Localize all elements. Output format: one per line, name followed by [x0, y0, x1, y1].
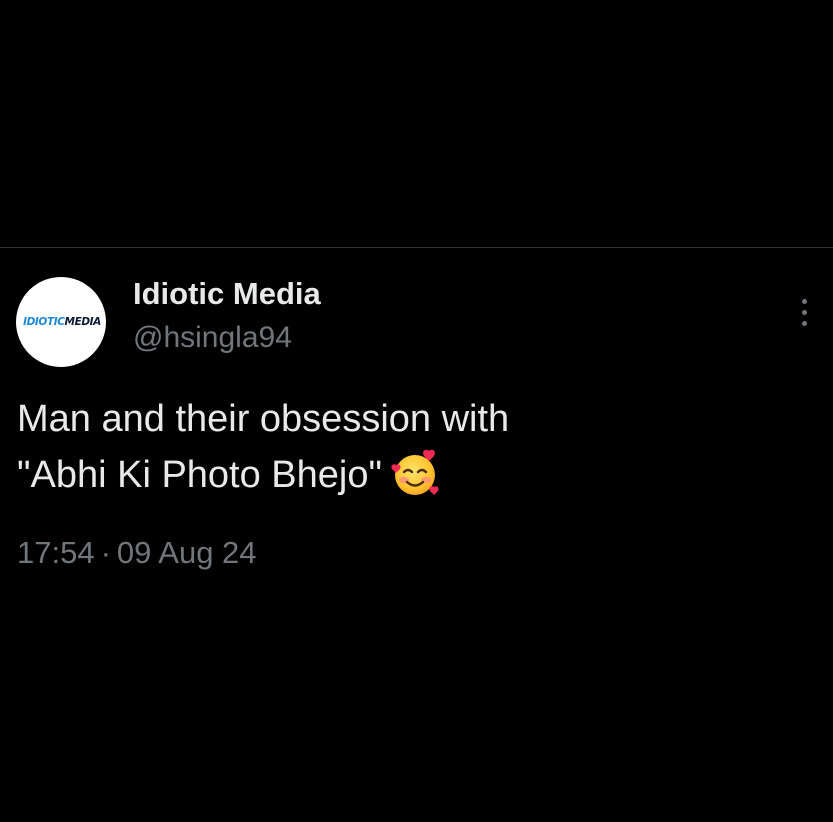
tweet-text-line-1: Man and their obsession with	[17, 398, 510, 440]
more-vertical-icon	[801, 298, 807, 304]
tweet-page: IDIOTICMEDIA Idiotic Media @hsingla94 Ma…	[0, 0, 833, 822]
tweet-text-line-2: "Abhi Ki Photo Bhejo"	[17, 454, 382, 496]
more-vertical-icon-dot	[801, 320, 807, 326]
more-vertical-icon-dot	[801, 309, 807, 315]
top-divider	[0, 247, 833, 248]
author-handle[interactable]: @hsingla94	[133, 321, 292, 355]
more-options-button[interactable]	[790, 292, 818, 332]
tweet-text-line-2-wrap: "Abhi Ki Photo Bhejo"	[17, 447, 797, 503]
avatar-logo-part1: IDIOTIC	[23, 316, 65, 328]
avatar-logo: IDIOTICMEDIA	[23, 316, 101, 328]
avatar[interactable]: IDIOTICMEDIA	[16, 277, 106, 367]
timestamp-separator: ·	[100, 535, 111, 570]
tweet-timestamp[interactable]: 17:54 · 09 Aug 24	[17, 535, 257, 571]
tweet-text: Man and their obsession with "Abhi Ki Ph…	[17, 391, 797, 503]
author-display-name[interactable]: Idiotic Media	[133, 276, 321, 312]
smiling-face-with-hearts-icon	[391, 449, 439, 495]
tweet-date: 09 Aug 24	[116, 535, 257, 570]
tweet-time: 17:54	[17, 535, 95, 570]
avatar-logo-part2: MEDIA	[64, 316, 102, 328]
